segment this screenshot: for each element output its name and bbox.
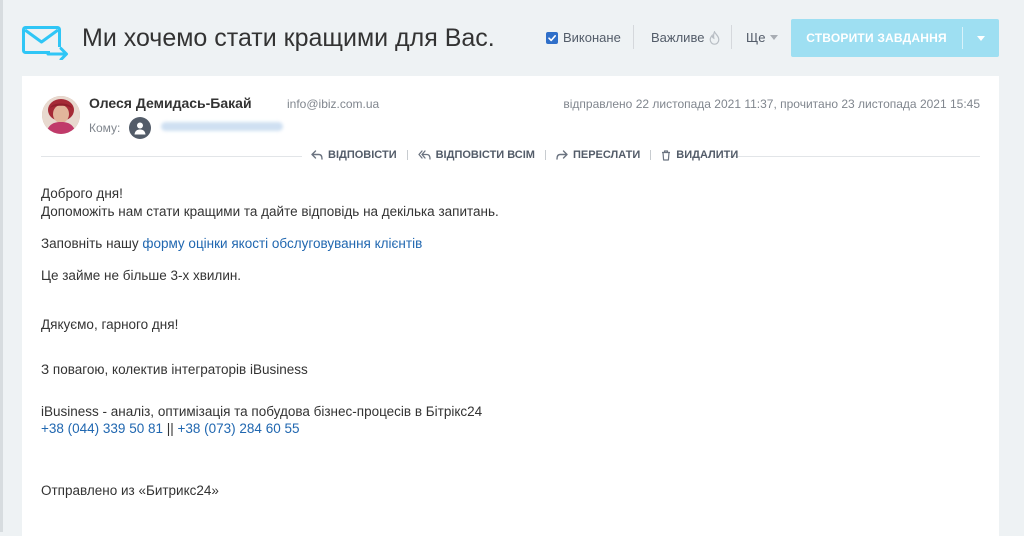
chevron-down-icon <box>770 35 779 40</box>
more-menu-button[interactable]: Ще <box>746 30 779 45</box>
divider <box>544 150 546 160</box>
reply-all-icon <box>417 150 431 160</box>
body-thanks: Дякуємо, гарного дня! <box>41 317 179 332</box>
window-edge <box>0 0 3 532</box>
reply-button[interactable]: ВІДПОВІСТИ <box>311 149 397 161</box>
phone-separator: || <box>162 421 178 436</box>
body-fill-form: Заповніть нашу форму оцінки якості обслу… <box>41 236 422 251</box>
checkbox-icon[interactable] <box>546 31 558 44</box>
forward-button[interactable]: ПЕРЕСЛАТИ <box>556 149 640 161</box>
mail-forward-icon <box>22 26 70 60</box>
body-phones: +38 (044) 339 50 81 || +38 (073) 284 60 … <box>41 421 299 436</box>
avatar[interactable] <box>42 96 80 134</box>
body-regards: З повагою, колектив інтеграторів iBusine… <box>41 362 308 377</box>
trash-icon <box>662 149 671 161</box>
feedback-form-link[interactable]: форму оцінки якості обслуговування клієн… <box>142 236 422 251</box>
reply-icon <box>311 150 323 160</box>
create-task-label: СТВОРИТИ ЗАВДАННЯ <box>806 31 947 45</box>
reply-all-label: ВІДПОВІСТИ ВСІМ <box>435 149 535 161</box>
sent-read-info: відправлено 22 листопада 2021 11:37, про… <box>563 97 980 111</box>
delete-label: ВИДАЛИТИ <box>676 149 739 161</box>
forward-label: ПЕРЕСЛАТИ <box>572 149 641 161</box>
to-label: Кому: <box>89 121 121 135</box>
divider <box>650 150 652 160</box>
page-header: Ми хочемо стати кращими для Вас. Виконан… <box>0 0 1024 76</box>
important-toggle[interactable]: Важливе <box>651 30 720 45</box>
message-actions: ВІДПОВІСТИ ВІДПОВІСТИ ВСІМ ПЕРЕСЛАТИ ВИД… <box>311 149 738 161</box>
phone-link-1[interactable]: +38 (044) 339 50 81 <box>41 421 163 436</box>
reply-all-button[interactable]: ВІДПОВІСТИ ВСІМ <box>417 149 535 161</box>
flame-icon <box>710 30 720 45</box>
recipient-avatar[interactable] <box>129 117 151 139</box>
done-toggle[interactable]: Виконане <box>546 30 621 45</box>
more-label: Ще <box>746 30 766 45</box>
forward-icon <box>556 150 568 160</box>
message-card: Олеся Демидась-Бакай info@ibiz.com.ua ві… <box>22 76 999 536</box>
body-greeting: Доброго дня! <box>41 186 123 201</box>
reply-label: ВІДПОВІСТИ <box>328 149 397 161</box>
create-task-button[interactable]: СТВОРИТИ ЗАВДАННЯ <box>791 19 999 57</box>
divider <box>722 156 980 157</box>
page-title: Ми хочемо стати кращими для Вас. <box>82 24 495 52</box>
recipient-email-blurred <box>161 122 283 131</box>
fill-prefix: Заповніть нашу <box>41 236 143 251</box>
divider <box>41 156 302 157</box>
user-icon <box>134 122 146 135</box>
create-task-dropdown[interactable] <box>963 35 999 41</box>
chevron-down-icon <box>977 35 985 41</box>
phone-link-2[interactable]: +38 (073) 284 60 55 <box>178 421 300 436</box>
divider <box>731 25 732 49</box>
sender-name[interactable]: Олеся Демидась-Бакай <box>89 95 252 111</box>
body-footer: Отправлено из «Битрикс24» <box>41 483 219 498</box>
sender-email: info@ibiz.com.ua <box>287 97 380 111</box>
important-label: Важливе <box>651 30 705 45</box>
body-duration: Це займе не більше 3-х хвилин. <box>41 268 242 283</box>
body-company: iBusiness - аналіз, оптимізація та побуд… <box>41 404 483 419</box>
delete-button[interactable]: ВИДАЛИТИ <box>661 149 738 161</box>
done-label: Виконане <box>563 30 621 45</box>
divider <box>633 25 634 49</box>
body-request: Допоможіть нам стати кращими та дайте ві… <box>41 204 499 219</box>
divider <box>406 150 408 160</box>
